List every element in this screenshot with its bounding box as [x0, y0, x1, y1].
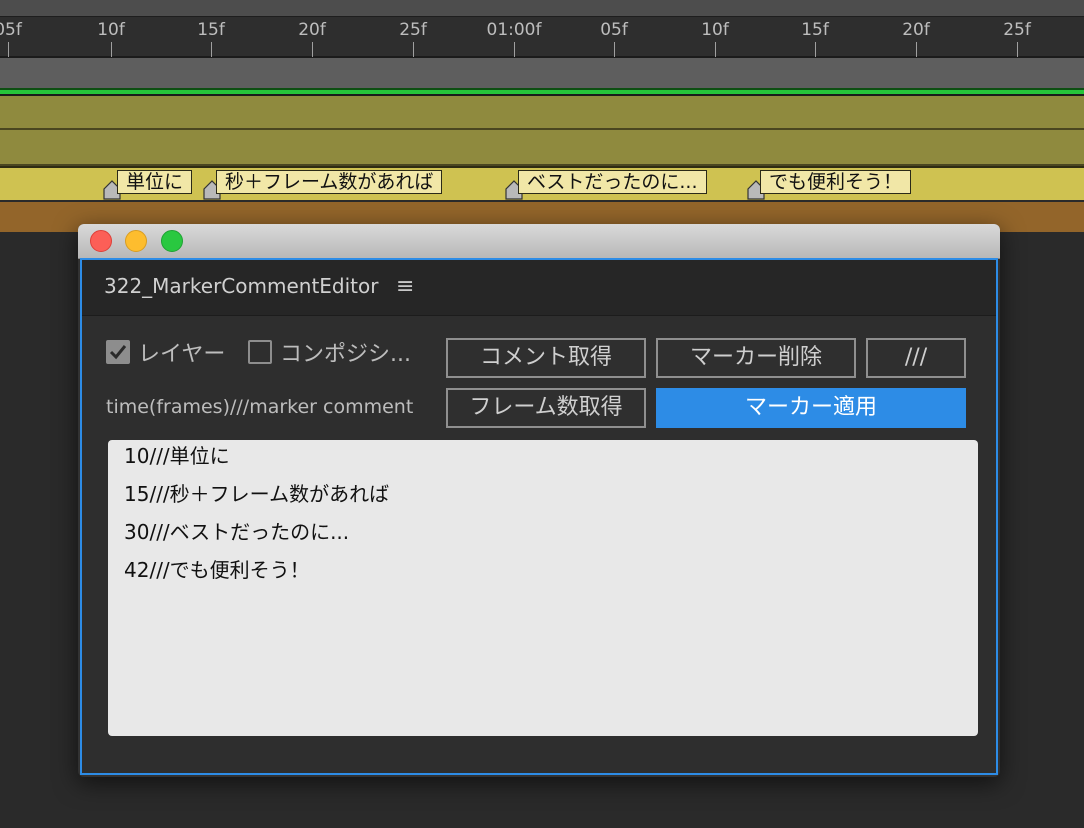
text-line: 30///ベストだったのに...: [124, 520, 350, 544]
get-frames-button[interactable]: フレーム数取得: [446, 388, 646, 428]
layer-track[interactable]: [0, 130, 1084, 166]
ruler-tick-mark: [211, 42, 212, 57]
time-ruler[interactable]: 05f 10f 15f 20f 25f 01:00f 05f 10f 15f 2…: [0, 0, 1084, 58]
delete-marker-button[interactable]: マーカー削除: [656, 338, 856, 378]
ruler-tick-mark: [614, 42, 615, 57]
ruler-tick-mark: [715, 42, 716, 57]
script-panel-window: 322_MarkerCommentEditor ≡ レイヤー コンポジシ... …: [78, 224, 1000, 777]
ruler-top-strip: [0, 0, 1084, 17]
checkbox-checked-icon[interactable]: [106, 340, 130, 364]
ruler-tick-label: 25f: [399, 20, 427, 40]
timeline-gray-track: [0, 58, 1084, 88]
marker-track[interactable]: 単位に 秒＋フレーム数があれば ベストだったのに... でも便利そう！: [0, 166, 1084, 200]
format-label: time(frames)///marker comment: [106, 396, 414, 418]
ruler-tick-label: 10f: [97, 20, 125, 40]
ruler-tick-label: 15f: [801, 20, 829, 40]
marker-comment-editor-panel: 322_MarkerCommentEditor ≡ レイヤー コンポジシ... …: [80, 258, 998, 775]
panel-body: レイヤー コンポジシ... コメント取得 マーカー削除 /// time(fra…: [82, 316, 996, 773]
ruler-tick-label: 20f: [298, 20, 326, 40]
marker-comment[interactable]: 秒＋フレーム数があれば: [216, 170, 443, 194]
marker-comment[interactable]: でも便利そう！: [760, 170, 912, 194]
ruler-tick-mark: [815, 42, 816, 57]
panel-menu-icon[interactable]: ≡: [396, 274, 414, 299]
ruler-tick-mark: [514, 42, 515, 57]
close-window-button[interactable]: [90, 230, 112, 252]
composition-checkbox[interactable]: コンポジシ...: [248, 338, 411, 367]
text-line: 10///単位に: [124, 444, 230, 468]
text-line: 15///秒＋フレーム数があれば: [124, 482, 390, 506]
panel-title: 322_MarkerCommentEditor: [104, 274, 379, 298]
zoom-window-button[interactable]: [161, 230, 183, 252]
layer-checkbox[interactable]: レイヤー: [106, 338, 226, 367]
ruler-tick-label: 01:00f: [486, 20, 542, 40]
marker-comment[interactable]: ベストだったのに...: [518, 170, 707, 194]
get-comment-button[interactable]: コメント取得: [446, 338, 646, 378]
separator-button[interactable]: ///: [866, 338, 966, 378]
apply-marker-button[interactable]: マーカー適用: [656, 388, 966, 428]
marker-comment-textarea[interactable]: 10///単位に 15///秒＋フレーム数があれば 30///ベストだったのに.…: [108, 440, 978, 736]
ruler-tick-label: 25f: [1003, 20, 1031, 40]
work-area-bar[interactable]: [0, 88, 1084, 96]
layer-track[interactable]: [0, 96, 1084, 130]
ruler-tick-mark: [916, 42, 917, 57]
layer-checkbox-label: レイヤー: [138, 342, 226, 367]
ruler-tick-label: 10f: [701, 20, 729, 40]
marker-comment[interactable]: 単位に: [117, 170, 193, 194]
text-line: 42///でも便利そう！: [124, 558, 310, 582]
ruler-tick-mark: [413, 42, 414, 57]
window-titlebar[interactable]: [78, 224, 1000, 259]
ruler-tick-label: 05f: [0, 20, 22, 40]
ruler-tick-mark: [111, 42, 112, 57]
composition-checkbox-label: コンポジシ...: [280, 342, 411, 367]
minimize-window-button[interactable]: [125, 230, 147, 252]
ruler-tick-mark: [8, 42, 9, 57]
ruler-tick-label: 05f: [600, 20, 628, 40]
ruler-tick-label: 15f: [197, 20, 225, 40]
panel-header: 322_MarkerCommentEditor ≡: [82, 260, 996, 316]
ruler-tick-mark: [1017, 42, 1018, 57]
checkbox-unchecked-icon[interactable]: [248, 340, 272, 364]
ruler-tick-mark: [312, 42, 313, 57]
ruler-tick-label: 20f: [902, 20, 930, 40]
